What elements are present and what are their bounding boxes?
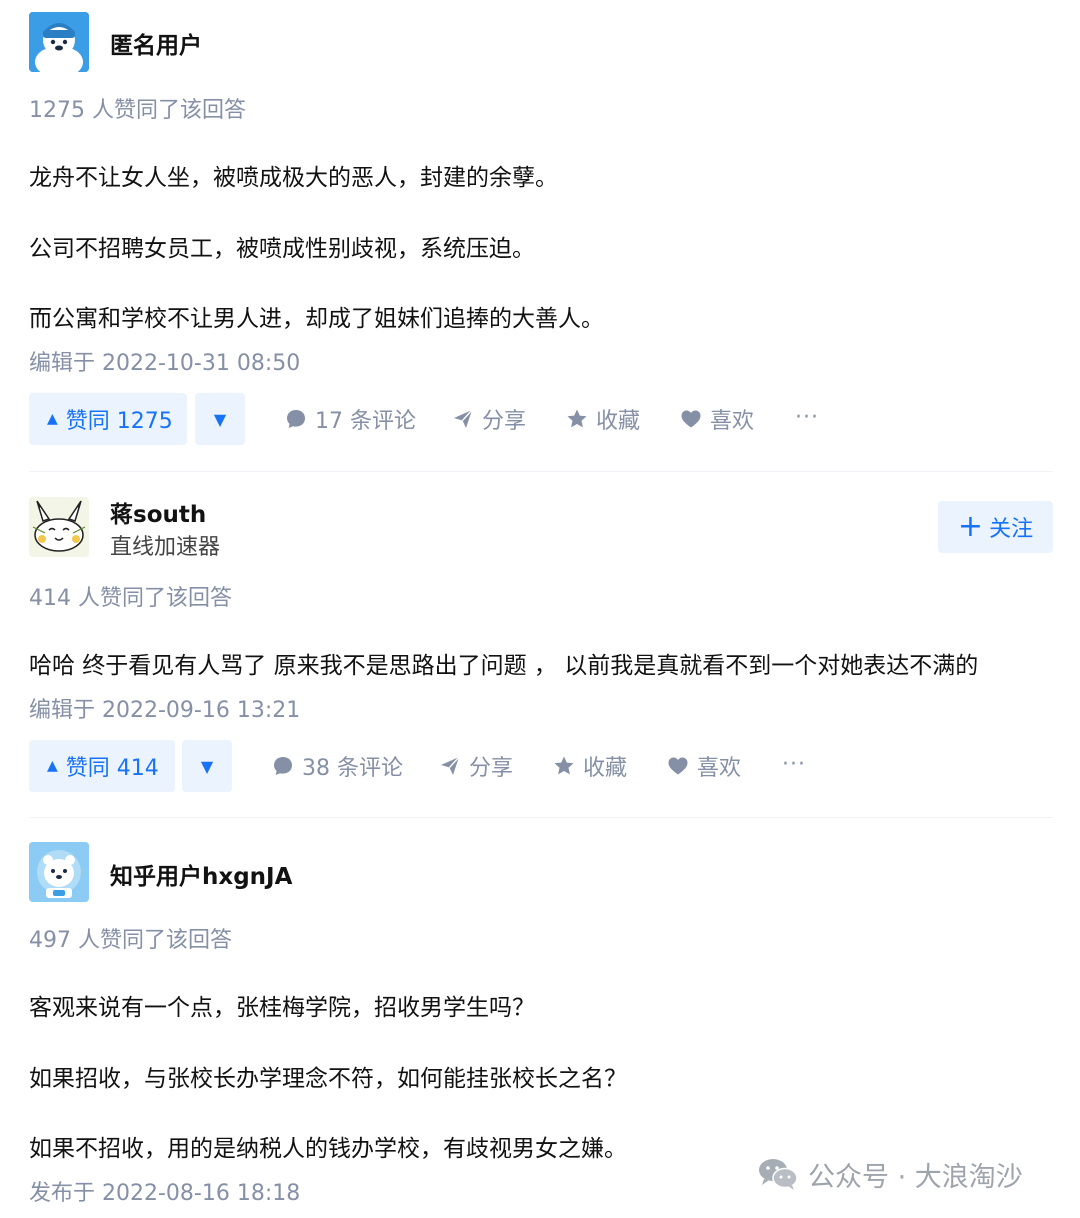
triangle-up-icon: ▲: [47, 411, 58, 427]
vote-up-button[interactable]: ▲ 赞同 1275: [29, 393, 187, 445]
vote-up-label: 赞同 1275: [65, 409, 173, 434]
like-button[interactable]: 喜欢: [667, 740, 741, 792]
answer-paragraph: 公司不招聘女员工，被喷成性别歧视，系统压迫。: [29, 236, 535, 262]
answer-paragraph: 客观来说有一个点，张桂梅学院，招收男学生吗？: [29, 995, 535, 1021]
collect-button[interactable]: 收藏: [553, 740, 627, 792]
more-button[interactable]: ···: [782, 738, 806, 790]
collect-label: 收藏: [596, 409, 641, 434]
vote-up-button[interactable]: ▲ 赞同 414: [29, 740, 175, 792]
bear-avatar-icon: [29, 842, 89, 902]
triangle-down-icon: ▼: [213, 409, 227, 429]
avatar[interactable]: [29, 842, 89, 902]
vote-up-label: 赞同 414: [65, 756, 159, 781]
comment-label: 17 条评论: [315, 409, 416, 434]
like-label: 喜欢: [697, 756, 742, 781]
vote-count-text: 1275 人赞同了该回答: [29, 98, 246, 123]
vote-down-button[interactable]: ▼: [195, 393, 245, 445]
comment-bubble-icon: [287, 410, 305, 428]
answer-paragraph: 如果招收，与张校长办学理念不符，如何能挂张校长之名？: [29, 1066, 627, 1092]
answer-paragraph: 而公寓和学校不让男人进，却成了姐妹们追捧的大善人。: [29, 306, 604, 332]
heart-icon: [668, 757, 688, 775]
answer-paragraph: 如果不招收，用的是纳税人的钱办学校，有歧视男女之嫌。: [29, 1136, 627, 1162]
publish-time: 发布于 2022-08-16 18:18: [29, 1181, 301, 1206]
divider: [29, 471, 1053, 472]
watermark-text: 公众号 · 大浪淘沙: [808, 1161, 1023, 1193]
follow-label: 关注: [989, 517, 1034, 542]
avatar[interactable]: [29, 497, 89, 557]
paper-plane-icon: [454, 409, 473, 428]
collect-button[interactable]: 收藏: [566, 393, 640, 445]
heart-icon: [681, 410, 701, 428]
collect-label: 收藏: [583, 756, 628, 781]
share-button[interactable]: 分享: [452, 393, 526, 445]
like-button[interactable]: 喜欢: [680, 393, 754, 445]
avatar[interactable]: [29, 12, 89, 72]
divider: [29, 817, 1053, 818]
comment-bubble-icon: [274, 757, 292, 775]
like-label: 喜欢: [710, 409, 755, 434]
pikachu-avatar-icon: [29, 497, 89, 557]
comment-label: 38 条评论: [302, 756, 403, 781]
wechat-icon: [759, 1159, 798, 1190]
triangle-down-icon: ▼: [200, 756, 214, 776]
anonymous-avatar-icon: [29, 12, 89, 72]
triangle-up-icon: ▲: [47, 758, 58, 774]
comment-button[interactable]: 38 条评论: [272, 740, 403, 792]
star-icon: [567, 409, 587, 428]
author-name[interactable]: 蒋south: [110, 495, 206, 529]
edit-time: 编辑于 2022-09-16 13:21: [29, 698, 301, 723]
share-button[interactable]: 分享: [439, 740, 513, 792]
more-button[interactable]: ···: [795, 391, 819, 443]
answer-paragraph: 哈哈 终于看见有人骂了 原来我不是思路出了问题 ， 以前我是真就看不到一个对她表…: [29, 653, 979, 679]
author-name[interactable]: 匿名用户: [110, 26, 202, 60]
vote-down-button[interactable]: ▼: [182, 740, 232, 792]
share-label: 分享: [482, 409, 527, 434]
answer-paragraph: 龙舟不让女人坐，被喷成极大的恶人，封建的余孽。: [29, 165, 558, 191]
vote-count-text: 414 人赞同了该回答: [29, 586, 232, 611]
plus-icon: +: [957, 509, 984, 544]
author-name[interactable]: 知乎用户hxgnJA: [110, 857, 292, 891]
paper-plane-icon: [441, 756, 460, 775]
share-label: 分享: [469, 756, 514, 781]
comment-button[interactable]: 17 条评论: [285, 393, 416, 445]
follow-button[interactable]: + 关注: [938, 501, 1053, 553]
author-bio: 直线加速器: [110, 535, 221, 560]
vote-count-text: 497 人赞同了该回答: [29, 928, 232, 953]
watermark: 公众号 · 大浪淘沙: [758, 1154, 1023, 1194]
edit-time: 编辑于 2022-10-31 08:50: [29, 351, 301, 376]
star-icon: [554, 756, 574, 775]
